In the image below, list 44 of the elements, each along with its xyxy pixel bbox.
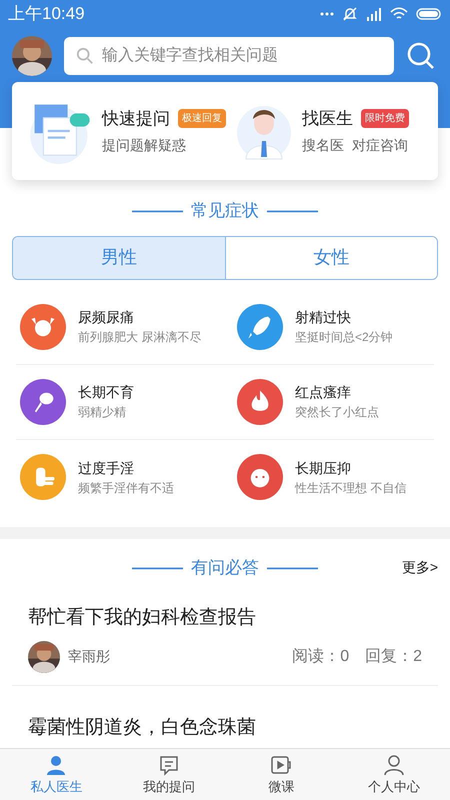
more-link[interactable]: 更多> (402, 556, 438, 578)
service-subtitle: 提问题解疑惑 (102, 136, 187, 156)
signal-icon (366, 7, 382, 21)
section-dash: ——— (132, 200, 183, 222)
service-tag: 极速回复 (178, 109, 226, 128)
tab-bar-item[interactable]: 微课 (225, 749, 338, 800)
mute-bell-icon (342, 6, 358, 22)
section-title: 常见症状 (191, 200, 259, 222)
wifi-icon (390, 7, 408, 21)
person-icon (382, 752, 406, 777)
symptom-subtitle: 前列腺肥大 尿淋漓不尽 (78, 329, 202, 346)
symptom-title[interactable]: 尿频尿痛 (78, 307, 202, 328)
symptom-title[interactable]: 长期压抑 (295, 458, 406, 478)
symptom-title[interactable]: 射精过快 (295, 307, 393, 328)
section-dash: ——— (267, 200, 318, 222)
search-field[interactable]: 输入关键字查找相关问题 (64, 37, 394, 75)
tab-bar-item[interactable]: 个人中心 (338, 749, 450, 800)
author-name: 宰雨彤 (68, 647, 110, 666)
tab-bar-item[interactable]: 我的提问 (112, 749, 225, 800)
question-title[interactable]: 帮忙看下我的妇科检查报告 (28, 604, 422, 632)
section-dash: ——— (267, 556, 318, 578)
symptom-subtitle: 性生活不理想 不自信 (295, 480, 406, 496)
symptom-title[interactable]: 过度手淫 (78, 458, 174, 478)
reply-count: 回复：2 (365, 646, 422, 666)
service-tag: 限时免费 (361, 109, 409, 128)
read-count: 阅读：0 (292, 646, 350, 666)
service-title[interactable]: 快速提问 (102, 106, 170, 132)
service-subtitle: 搜名医 对症咨询 (302, 136, 409, 156)
symptom-subtitle: 突然长了小红点 (295, 404, 379, 421)
service-title[interactable]: 找医生 (302, 106, 353, 132)
symptom-subtitle: 弱精少精 (78, 404, 127, 421)
section-dash: ——— (132, 556, 183, 578)
symptom-subtitle: 频繁手淫伴有不适 (78, 480, 174, 496)
question-title[interactable]: 霉菌性阴道炎，白色念珠菌 (28, 714, 422, 742)
search-icon (76, 47, 94, 65)
symptom-title[interactable]: 红点瘙痒 (295, 382, 379, 403)
status-time: 上午10:49 (8, 3, 85, 26)
search-icon (406, 41, 436, 71)
section-title: 有问必答 (191, 556, 259, 578)
more-dots-icon (320, 12, 334, 16)
symptom-title[interactable]: 长期不育 (78, 382, 134, 403)
symptom-subtitle: 坚挺时间总<2分钟 (295, 329, 393, 346)
battery-icon (416, 8, 442, 20)
gender-tab[interactable]: 女性 (224, 236, 437, 278)
